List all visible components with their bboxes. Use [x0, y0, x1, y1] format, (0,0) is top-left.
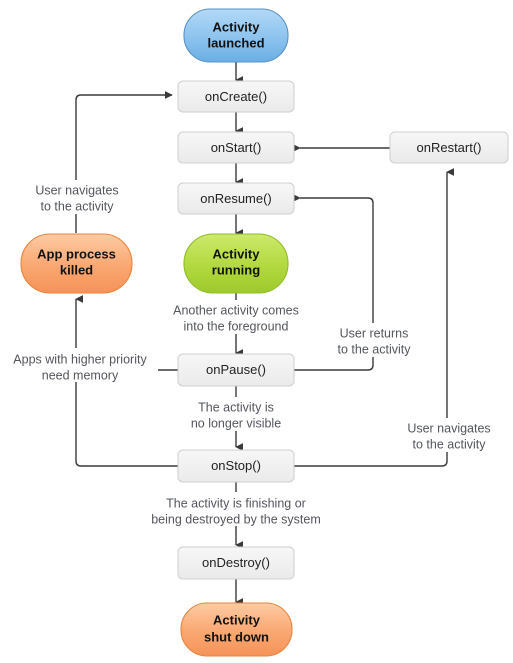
activity-launched-label-line2: launched [207, 35, 264, 50]
activity-launched-label-line1: Activity [213, 19, 261, 34]
finishing-destroyed-line2: being destroyed by the system [151, 512, 321, 526]
node-app-process-killed[interactable]: App process killed [20, 233, 133, 294]
apps-higher-priority-line1: Apps with higher priority [13, 352, 147, 366]
lifecycle-flowchart: Activity launched onCreate() onStart() o… [8, 8, 509, 657]
on-create-label: onCreate() [205, 89, 267, 104]
activity-shut-down-label-line1: Activity [213, 612, 261, 627]
on-start-label: onStart() [211, 140, 262, 155]
on-resume-label: onResume() [200, 191, 272, 206]
node-activity-running[interactable]: Activity running [183, 233, 289, 294]
node-activity-launched[interactable]: Activity launched [183, 8, 289, 63]
no-longer-visible-line1: The activity is [198, 400, 274, 414]
activity-lifecycle-diagram: Activity launched onCreate() onStart() o… [0, 0, 513, 663]
app-process-killed-label-line2: killed [60, 262, 93, 277]
edge-label-no-longer-visible: The activity is no longer visible [178, 397, 294, 431]
user-navigates-right-line2: to the activity [413, 437, 487, 451]
edge-label-user-navigates-left: User navigates to the activity [12, 180, 142, 214]
on-destroy-label: onDestroy() [202, 555, 270, 570]
node-on-stop[interactable]: onStop() [177, 449, 295, 483]
another-activity-line1: Another activity comes [173, 303, 299, 317]
node-on-restart[interactable]: onRestart() [389, 131, 509, 164]
node-on-start[interactable]: onStart() [177, 131, 295, 164]
user-returns-line1: User returns [340, 326, 409, 340]
apps-higher-priority-line2: need memory [42, 368, 119, 382]
edge-label-user-navigates-right: User navigates to the activity [392, 418, 506, 452]
activity-running-label-line1: Activity [213, 246, 261, 261]
node-on-pause[interactable]: onPause() [177, 353, 295, 387]
edge-label-finishing-destroyed: The activity is finishing or being destr… [141, 492, 331, 526]
edge-label-apps-higher-priority: Apps with higher priority need memory [8, 348, 158, 382]
edge-label-another-activity: Another activity comes into the foregrou… [165, 300, 307, 334]
on-restart-label: onRestart() [416, 140, 481, 155]
user-navigates-left-line2: to the activity [41, 199, 115, 213]
user-returns-line2: to the activity [338, 342, 412, 356]
node-activity-shut-down[interactable]: Activity shut down [180, 602, 293, 657]
on-pause-label: onPause() [206, 362, 266, 377]
user-navigates-right-line1: User navigates [407, 421, 490, 435]
edge-label-user-returns: User returns to the activity [322, 323, 426, 357]
activity-running-label-line2: running [212, 262, 260, 277]
activity-shut-down-label-line2: shut down [204, 629, 269, 644]
user-navigates-left-line1: User navigates [35, 183, 118, 197]
node-on-resume[interactable]: onResume() [177, 182, 295, 215]
app-process-killed-label-line1: App process [37, 246, 116, 261]
node-on-destroy[interactable]: onDestroy() [177, 546, 295, 580]
finishing-destroyed-line1: The activity is finishing or [166, 496, 306, 510]
node-on-create[interactable]: onCreate() [177, 80, 295, 113]
on-stop-label: onStop() [211, 458, 261, 473]
edge-onstop-to-killed [75, 372, 178, 467]
no-longer-visible-line2: no longer visible [191, 416, 281, 430]
another-activity-line2: into the foreground [184, 319, 289, 333]
